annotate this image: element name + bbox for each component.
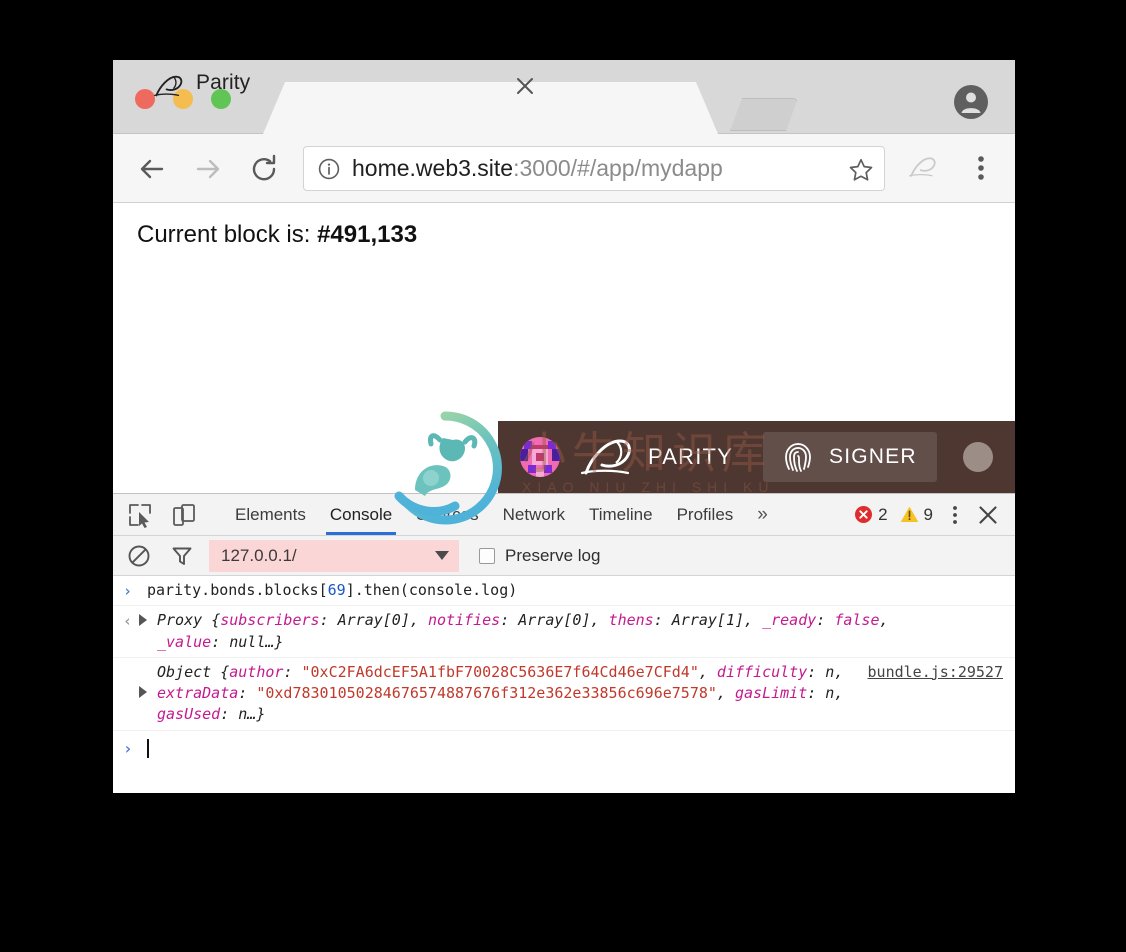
kebab-menu-icon[interactable]: [968, 151, 994, 185]
device-toolbar-icon[interactable]: [171, 502, 197, 528]
watermark-subtext: XIAO NIU ZHI SHI KU: [522, 479, 775, 493]
tab-profiles-label: Profiles: [676, 504, 734, 524]
forward-button: [191, 152, 225, 186]
console-context-value: 127.0.0.1/: [221, 545, 297, 565]
console-result-proxy-row[interactable]: ‹ Proxy {subscribers: Array[0], notifies…: [113, 606, 1015, 658]
devtools-tabbar: Elements Console Sources Network Timelin…: [113, 494, 1015, 536]
prompt-text-cursor[interactable]: [147, 738, 149, 758]
current-block-number: #491,133: [317, 221, 418, 248]
info-circle-icon[interactable]: [318, 158, 340, 180]
close-icon[interactable]: [977, 504, 999, 526]
warning-badge[interactable]: 9: [900, 505, 933, 525]
star-icon[interactable]: [848, 157, 874, 183]
current-block-status: Current block is: #491,133: [137, 221, 417, 249]
url-text[interactable]: home.web3.site:3000/#/app/mydapp: [352, 155, 723, 182]
source-link[interactable]: bundle.js:29527: [868, 662, 1003, 683]
preserve-log-toggle[interactable]: Preserve log: [479, 546, 600, 566]
console-input-text-before: parity.bonds.blocks[: [147, 581, 328, 599]
output-marker-icon: ‹: [123, 612, 133, 631]
more-tabs-button[interactable]: »: [745, 504, 780, 526]
console-input-index: 69: [327, 581, 346, 599]
chevron-down-icon: [435, 551, 449, 560]
proxy-line2: _value: null…}: [157, 632, 284, 651]
devtools-panel: Elements Console Sources Network Timelin…: [113, 493, 1015, 793]
signer-button[interactable]: SIGNER: [763, 432, 937, 482]
object-line3: gasUsed: n…}: [157, 705, 266, 724]
browser-window: Parity home.web3.site:3000/#/app/mydapp …: [113, 60, 1015, 793]
console-message-list: › parity.bonds.blocks[69].then(console.lo…: [113, 576, 1015, 768]
console-result-object-row[interactable]: bundle.js:29527 Object {author: "0xC2FA6…: [113, 658, 1015, 731]
proxy-class-name: Proxy: [157, 611, 212, 630]
object-line2: extraData: "0xd78301050284676574887676f3…: [157, 684, 844, 703]
tab-sources-label: Sources: [416, 504, 479, 524]
page-viewport: Current block is: #491,133 小牛知识库 XIAO NI…: [113, 203, 1015, 493]
devtools-tab-list: Elements Console Sources Network Timelin…: [223, 494, 780, 535]
current-block-label: Current block is:: [137, 221, 318, 248]
browser-tab-title: Parity: [196, 71, 251, 94]
expand-object-icon[interactable]: [139, 685, 147, 698]
devtools-menu-icon[interactable]: [945, 503, 965, 527]
filter-funnel-icon[interactable]: [171, 545, 193, 567]
tab-network[interactable]: Network: [491, 494, 577, 535]
parity-wordmark: PARITY: [648, 444, 734, 469]
account-avatar-icon[interactable]: [953, 84, 989, 120]
tab-elements-label: Elements: [235, 504, 306, 524]
parity-extension-icon[interactable]: [908, 154, 940, 180]
warning-count: 9: [923, 504, 933, 524]
inspect-element-icon[interactable]: [127, 502, 153, 528]
url-path: :3000/#/app/mydapp: [513, 155, 723, 181]
console-filter-bar: 127.0.0.1/ Preserve log: [113, 536, 1015, 576]
browser-toolbar: home.web3.site:3000/#/app/mydapp: [113, 134, 1015, 203]
preserve-log-label: Preserve log: [505, 545, 601, 565]
prompt-marker-icon: ›: [123, 738, 133, 758]
new-tab-button[interactable]: [730, 98, 798, 131]
tab-timeline[interactable]: Timeline: [577, 494, 665, 535]
tab-console[interactable]: Console: [318, 494, 404, 535]
signer-label: SIGNER: [829, 445, 917, 468]
tab-console-label: Console: [329, 504, 393, 524]
browser-tab-parity[interactable]: [263, 82, 718, 134]
browser-tab-strip: Parity: [113, 60, 1015, 134]
object-line1: Object {author: "0xC2FA6dcEF5A1fbF70028C…: [157, 662, 844, 681]
console-input-row[interactable]: › parity.bonds.blocks[69].then(console.lo…: [113, 576, 1015, 607]
tab-sources[interactable]: Sources: [404, 494, 490, 535]
warning-triangle-icon: [900, 505, 919, 524]
window-close-button[interactable]: [135, 89, 155, 109]
console-context-select[interactable]: 127.0.0.1/: [209, 539, 459, 572]
expand-proxy-icon[interactable]: [139, 614, 147, 627]
tab-profiles[interactable]: Profiles: [665, 494, 746, 535]
tab-close-icon[interactable]: [513, 74, 537, 98]
watermark-text: 小牛知识库: [522, 428, 772, 479]
proxy-line1: {subscribers: Array[0], notifies: Array[…: [211, 611, 889, 630]
tab-timeline-label: Timeline: [588, 504, 653, 524]
parity-logo-icon: [153, 73, 187, 99]
error-circle-icon: [854, 505, 873, 524]
tab-elements[interactable]: Elements: [223, 494, 318, 535]
error-count: 2: [878, 504, 888, 524]
back-button[interactable]: [135, 152, 169, 186]
console-input-text-after: ].then(console.log): [345, 581, 518, 599]
fingerprint-icon: [783, 441, 813, 473]
account-identicon[interactable]: [520, 437, 560, 477]
parity-status-bar: 小牛知识库 XIAO NIU ZHI SHI KU PARITY SIGNER: [498, 421, 1015, 493]
parity-status-dot[interactable]: [962, 442, 993, 472]
tab-network-label: Network: [502, 504, 565, 524]
devtools-tabbar-right: 2 9: [854, 494, 1003, 535]
address-bar[interactable]: home.web3.site:3000/#/app/mydapp: [303, 146, 885, 191]
preserve-log-checkbox[interactable]: [479, 547, 495, 564]
clear-console-icon[interactable]: [127, 544, 151, 568]
error-badge[interactable]: 2: [854, 504, 888, 525]
parity-logo-icon: [580, 436, 642, 478]
reload-button[interactable]: [247, 152, 281, 186]
input-marker-icon: ›: [123, 582, 133, 600]
console-prompt[interactable]: ›: [113, 731, 1015, 768]
url-host: home.web3.site: [352, 155, 514, 181]
